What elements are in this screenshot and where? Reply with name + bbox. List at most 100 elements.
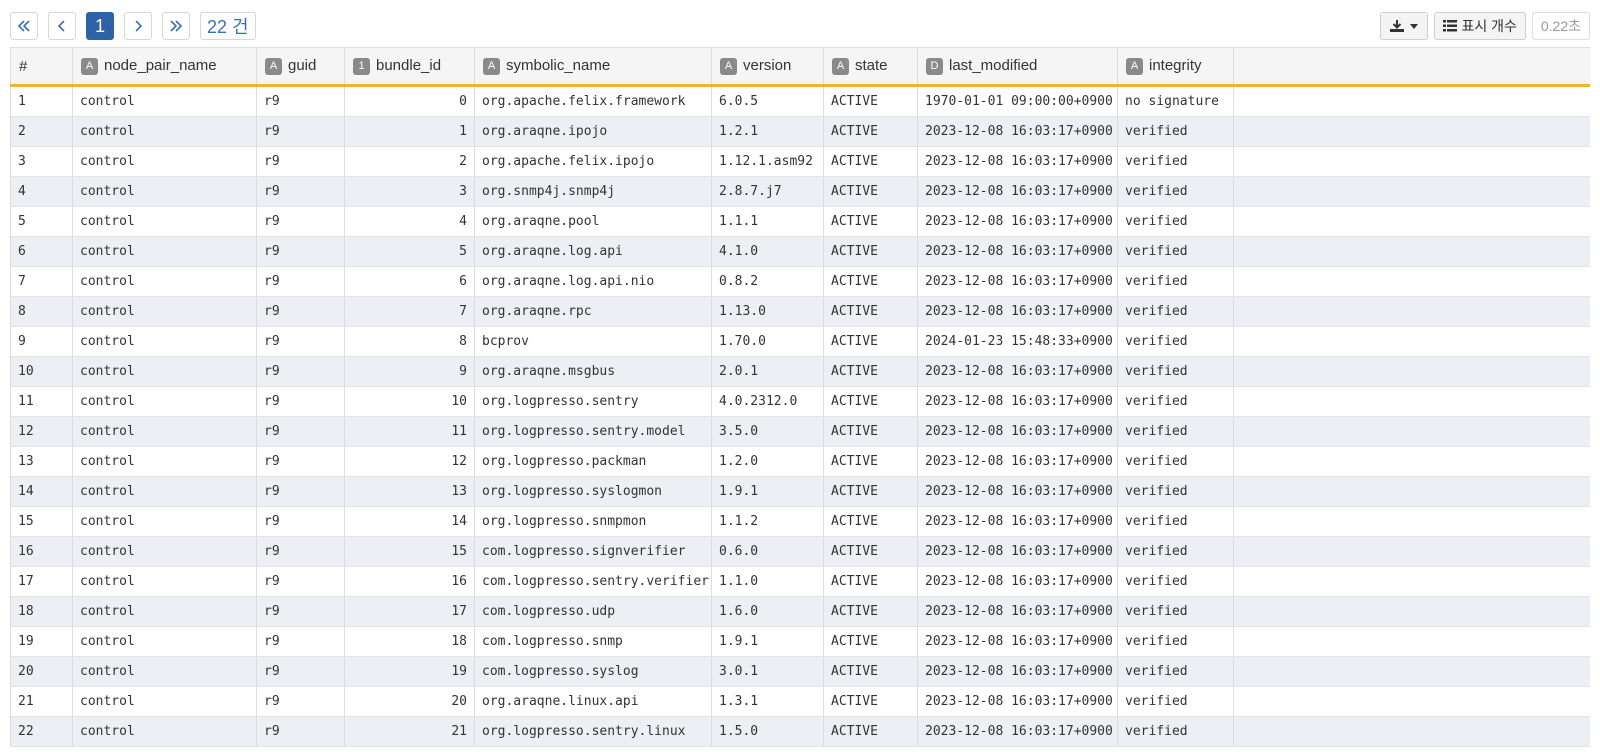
cell-state: ACTIVE (823, 236, 918, 267)
cell-integrity: verified (1117, 566, 1234, 597)
chevron-left-icon (57, 20, 65, 32)
cell-index: 5 (10, 206, 73, 237)
cell-last-modified: 2023-12-08 16:03:17+0900 (917, 596, 1118, 627)
table-row[interactable]: 17 control r9 16 com.logpresso.sentry.verifi… (10, 566, 1590, 597)
table-row[interactable]: 11 control r9 10 org.logpresso.sentry 4.0.231… (10, 386, 1590, 417)
double-chevron-left-icon (17, 20, 30, 32)
cell-state: ACTIVE (823, 266, 918, 297)
cell-state: ACTIVE (823, 536, 918, 567)
table-row[interactable]: 2 control r9 1 org.araqne.ipojo 1.2.1 ACTIVE 20… (10, 116, 1590, 147)
row-filler (1233, 536, 1590, 567)
cell-bundle-id: 8 (344, 326, 475, 357)
row-filler (1233, 266, 1590, 297)
prev-page-button[interactable] (48, 12, 76, 40)
cell-node-pair-name: control (72, 596, 257, 627)
cell-symbolic-name: com.logpresso.signverifier (474, 536, 712, 567)
column-header-node-pair-name[interactable]: Anode_pair_name (72, 47, 257, 87)
cell-index: 3 (10, 146, 73, 177)
table-row[interactable]: 9 control r9 8 bcprov 1.70.0 ACTIVE 2024-01-23 … (10, 326, 1590, 357)
table-row[interactable]: 18 control r9 17 com.logpresso.udp 1.6.0 ACTIV… (10, 596, 1590, 627)
cell-state: ACTIVE (823, 446, 918, 477)
cell-node-pair-name: control (72, 85, 257, 117)
cell-last-modified: 2023-12-08 16:03:17+0900 (917, 266, 1118, 297)
next-page-button[interactable] (124, 12, 152, 40)
cell-node-pair-name: control (72, 116, 257, 147)
cell-bundle-id: 21 (344, 716, 475, 747)
cell-integrity: verified (1117, 686, 1234, 717)
row-filler (1233, 326, 1590, 357)
cell-last-modified: 2023-12-08 16:03:17+0900 (917, 416, 1118, 447)
cell-version: 1.6.0 (711, 596, 824, 627)
chevron-right-icon (135, 20, 143, 32)
cell-last-modified: 2023-12-08 16:03:17+0900 (917, 146, 1118, 177)
column-header-state[interactable]: Astate (823, 47, 918, 87)
download-button[interactable] (1380, 12, 1429, 40)
row-filler (1233, 236, 1590, 267)
table-row[interactable]: 14 control r9 13 org.logpresso.syslogmon 1.9.… (10, 476, 1590, 507)
total-count: 22 건 (200, 12, 256, 40)
cell-state: ACTIVE (823, 416, 918, 447)
cell-guid: r9 (256, 176, 345, 207)
cell-version: 3.5.0 (711, 416, 824, 447)
cell-symbolic-name: org.araqne.log.api.nio (474, 266, 712, 297)
column-header-integrity[interactable]: Aintegrity (1117, 47, 1234, 87)
cell-version: 3.0.1 (711, 656, 824, 687)
column-header-label: node_pair_name (104, 57, 217, 74)
column-header-symbolic-name[interactable]: Asymbolic_name (474, 47, 712, 87)
row-filler (1233, 686, 1590, 717)
row-filler (1233, 626, 1590, 657)
table-row[interactable]: 1 control r9 0 org.apache.felix.framework 6.0… (10, 85, 1590, 117)
cell-guid: r9 (256, 656, 345, 687)
cell-integrity: verified (1117, 386, 1234, 417)
table-header-row: # Anode_pair_name Aguid 1 bundle_id Asymbolic… (10, 47, 1590, 87)
column-header-bundle-id[interactable]: 1 bundle_id (344, 47, 475, 87)
cell-node-pair-name: control (72, 536, 257, 567)
cell-index: 4 (10, 176, 73, 207)
table-row[interactable]: 7 control r9 6 org.araqne.log.api.nio 0.8.2 AC… (10, 266, 1590, 297)
cell-bundle-id: 2 (344, 146, 475, 177)
cell-bundle-id: 16 (344, 566, 475, 597)
table-row[interactable]: 19 control r9 18 com.logpresso.snmp 1.9.1 ACTI… (10, 626, 1590, 657)
cell-version: 2.0.1 (711, 356, 824, 387)
last-page-button[interactable] (162, 12, 190, 40)
table-row[interactable]: 16 control r9 15 com.logpresso.signverifier 0… (10, 536, 1590, 567)
table-row[interactable]: 15 control r9 14 org.logpresso.snmpmon 1.1.2 A… (10, 506, 1590, 537)
cell-bundle-id: 14 (344, 506, 475, 537)
cell-version: 1.2.1 (711, 116, 824, 147)
columns-button[interactable]: 표시 개수 (1434, 12, 1526, 40)
table-row[interactable]: 21 control r9 20 org.araqne.linux.api 1.3.1 AC… (10, 686, 1590, 717)
cell-bundle-id: 17 (344, 596, 475, 627)
column-type-badge: A (81, 58, 98, 75)
cell-node-pair-name: control (72, 326, 257, 357)
cell-guid: r9 (256, 326, 345, 357)
table-row[interactable]: 8 control r9 7 org.araqne.rpc 1.13.0 ACTIVE 202… (10, 296, 1590, 327)
table-row[interactable]: 12 control r9 11 org.logpresso.sentry.model 3… (10, 416, 1590, 447)
table-row[interactable]: 5 control r9 4 org.araqne.pool 1.1.1 ACTIVE 202… (10, 206, 1590, 237)
column-type-badge: A (483, 58, 500, 75)
cell-bundle-id: 3 (344, 176, 475, 207)
column-header-last-modified[interactable]: Dlast_modified (917, 47, 1118, 87)
column-header-index[interactable]: # (10, 47, 73, 87)
table-row[interactable]: 6 control r9 5 org.araqne.log.api 4.1.0 ACTIVE… (10, 236, 1590, 267)
cell-last-modified: 2023-12-08 16:03:17+0900 (917, 236, 1118, 267)
cell-version: 1.13.0 (711, 296, 824, 327)
column-header-version[interactable]: Aversion (711, 47, 824, 87)
row-filler (1233, 296, 1590, 327)
page-button-current[interactable]: 1 (86, 12, 114, 40)
table-row[interactable]: 4 control r9 3 org.snmp4j.snmp4j 2.8.7.j7 ACTI… (10, 176, 1590, 207)
cell-version: 1.9.1 (711, 476, 824, 507)
table-row[interactable]: 13 control r9 12 org.logpresso.packman 1.2.0 A… (10, 446, 1590, 477)
cell-index: 12 (10, 416, 73, 447)
cell-integrity: verified (1117, 236, 1234, 267)
first-page-button[interactable] (10, 12, 38, 40)
cell-node-pair-name: control (72, 206, 257, 237)
column-type-badge: A (832, 58, 849, 75)
cell-symbolic-name: org.araqne.ipojo (474, 116, 712, 147)
table-row[interactable]: 22 control r9 21 org.logpresso.sentry.linux 1… (10, 716, 1590, 747)
table-row[interactable]: 10 control r9 9 org.araqne.msgbus 2.0.1 ACTIVE… (10, 356, 1590, 387)
cell-guid: r9 (256, 416, 345, 447)
column-header-guid[interactable]: Aguid (256, 47, 345, 87)
table-row[interactable]: 20 control r9 19 com.logpresso.syslog 3.0.1 AC… (10, 656, 1590, 687)
cell-guid: r9 (256, 116, 345, 147)
table-row[interactable]: 3 control r9 2 org.apache.felix.ipojo 1.12.1.… (10, 146, 1590, 177)
